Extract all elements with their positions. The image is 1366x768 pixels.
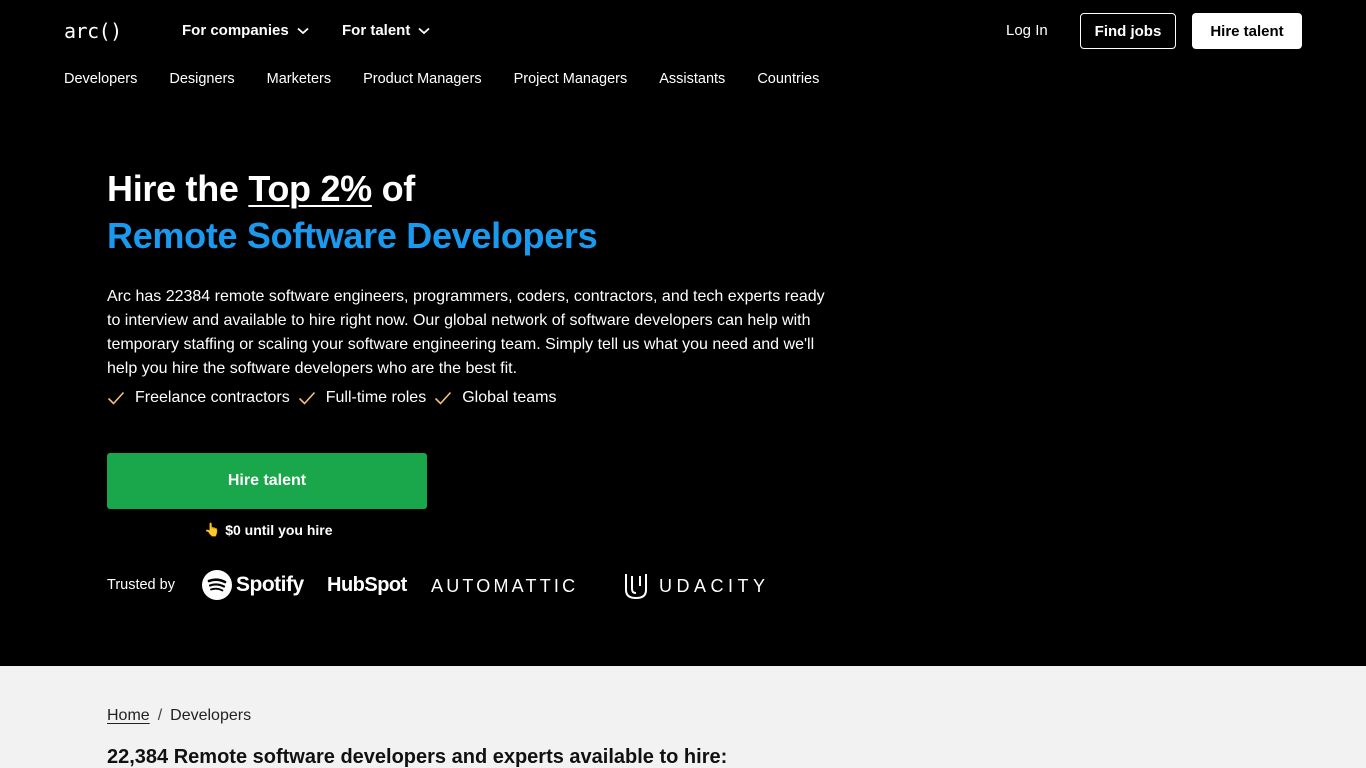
- udacity-shield-icon: [625, 574, 647, 600]
- hire-talent-cta-button[interactable]: Hire talent: [107, 453, 427, 509]
- category-subnav: Developers Designers Marketers Product M…: [64, 71, 851, 87]
- listing-section: Home / Developers 22,384 Remote software…: [0, 666, 1366, 768]
- spotify-circle-icon: [202, 570, 232, 600]
- login-link[interactable]: Log In: [1006, 22, 1048, 39]
- hero-title-prefix: Hire the: [107, 168, 239, 209]
- cta-note-text: $0 until you hire: [225, 522, 333, 538]
- subnav-designers[interactable]: Designers: [169, 71, 234, 87]
- arc-logo[interactable]: arc(): [64, 19, 122, 43]
- hero-title-suffix: of: [381, 168, 416, 209]
- check-icon: [435, 391, 452, 405]
- cta-note: 👆 $0 until you hire: [204, 522, 333, 538]
- feature-checklist: Freelance contractors Full-time roles Gl…: [107, 389, 564, 407]
- breadcrumb-separator: /: [157, 707, 163, 724]
- breadcrumb-current: Developers: [170, 707, 252, 724]
- spotify-logo: Spotify: [202, 570, 304, 600]
- chevron-down-icon: [297, 27, 309, 34]
- breadcrumb-home-link[interactable]: Home: [107, 707, 150, 725]
- subnav-product-managers[interactable]: Product Managers: [363, 71, 481, 87]
- hero-description: Arc has 22384 remote software engineers,…: [107, 288, 825, 377]
- pointing-hand-icon: 👆: [204, 522, 221, 537]
- udacity-logo: UDACITY: [623, 572, 770, 600]
- hubspot-logo: HubSpot: [327, 574, 407, 596]
- section-title: 22,384 Remote software developers and ex…: [107, 746, 728, 768]
- chevron-down-icon: [418, 27, 430, 34]
- hero-section: arc() For companies For talent Log In Fi…: [0, 0, 1366, 666]
- nav-for-companies-label: For companies: [182, 22, 289, 39]
- check-icon: [107, 391, 125, 405]
- check-label: Full-time roles: [325, 389, 427, 406]
- automattic-logo: AUTOMATTIC: [431, 576, 579, 596]
- check-global: Global teams: [434, 389, 556, 407]
- nav-for-talent[interactable]: For talent: [342, 22, 430, 39]
- hero-title-line1: Hire the Top 2% of: [107, 168, 415, 210]
- nav-for-talent-label: For talent: [342, 22, 411, 39]
- hero-title-line2: Remote Software Developers: [107, 215, 598, 256]
- find-jobs-button[interactable]: Find jobs: [1080, 13, 1176, 49]
- subnav-countries[interactable]: Countries: [757, 71, 819, 87]
- nav-for-companies[interactable]: For companies: [182, 22, 309, 39]
- check-freelance: Freelance contractors: [107, 389, 290, 407]
- hire-talent-header-button[interactable]: Hire talent: [1192, 13, 1302, 49]
- subnav-project-managers[interactable]: Project Managers: [514, 71, 628, 87]
- udacity-wordmark: UDACITY: [659, 575, 770, 596]
- subnav-developers[interactable]: Developers: [64, 71, 137, 87]
- check-icon: [298, 391, 315, 405]
- trusted-by-label: Trusted by: [107, 577, 175, 593]
- check-label: Global teams: [462, 389, 557, 406]
- subnav-assistants[interactable]: Assistants: [659, 71, 725, 87]
- spotify-wordmark: Spotify: [236, 573, 304, 596]
- hero-title-highlight: Top 2%: [248, 168, 372, 209]
- check-label: Freelance contractors: [135, 389, 290, 406]
- check-fulltime: Full-time roles: [298, 389, 426, 407]
- subnav-marketers[interactable]: Marketers: [267, 71, 331, 87]
- breadcrumb: Home / Developers: [107, 707, 251, 725]
